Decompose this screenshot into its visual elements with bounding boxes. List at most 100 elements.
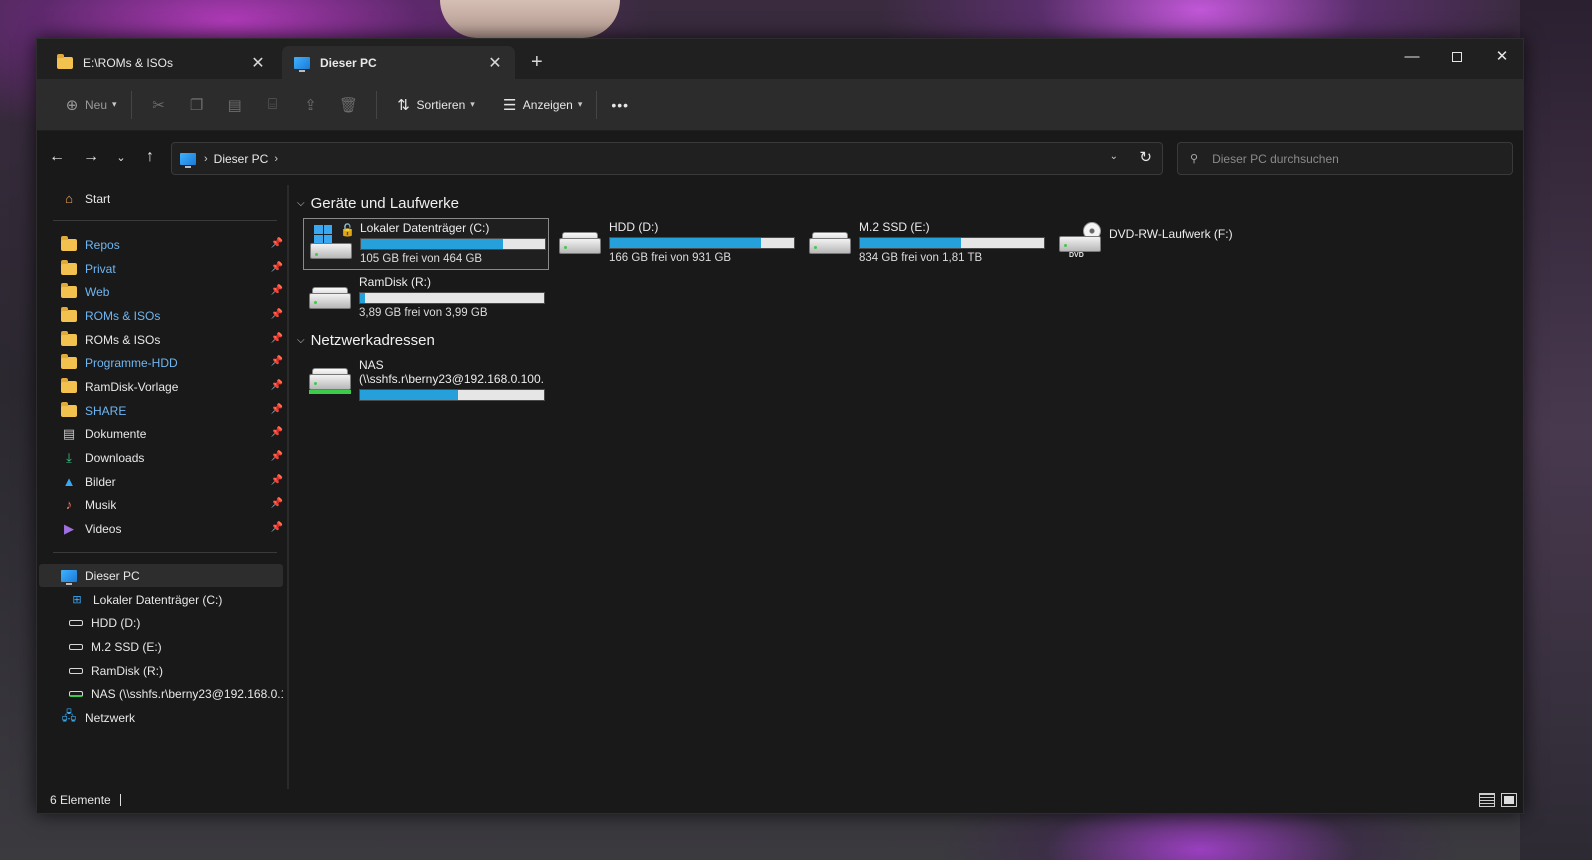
pin-icon[interactable]: 📌 — [271, 451, 283, 462]
delete-button[interactable]: 🗑 — [330, 89, 368, 121]
sidebar-item-roms-isos[interactable]: ROMs & ISOs 📌 — [45, 328, 283, 351]
dvd-label: DVD — [1069, 252, 1084, 259]
sidebar-item-dieser-pc[interactable]: Dieser PC — [39, 564, 283, 587]
sidebar-item-privat[interactable]: Privat 📌 — [45, 257, 283, 280]
sidebar-item-web[interactable]: Web 📌 — [45, 280, 283, 303]
network-tile-nas[interactable]: NAS (\\sshfs.r\berny23@192.168.0.100... — [303, 356, 549, 408]
rename-button[interactable]: ⌸ — [254, 89, 292, 121]
view-button[interactable]: ☰ Anzeigen ▾ — [491, 89, 589, 121]
group-header-network[interactable]: ⌵ Netzwerkadressen — [297, 332, 435, 349]
tab-roms-isos[interactable]: E:\ROMs & ISOs ✕ — [45, 46, 278, 79]
breadcrumb-dieser-pc[interactable]: Dieser PC — [214, 152, 269, 166]
new-button[interactable]: ⊕ Neu ▾ — [53, 89, 123, 121]
pin-icon[interactable]: 📌 — [271, 309, 283, 320]
drive-tile-d[interactable]: HDD (D:) 166 GB frei von 931 GB — [553, 218, 799, 270]
sidebar-item-home[interactable]: ⌂ Start — [45, 187, 283, 210]
breadcrumb-separator: › — [204, 152, 208, 165]
drive-usage-fill — [360, 390, 458, 400]
folder-network-icon — [61, 282, 77, 298]
drive-tile-e[interactable]: M.2 SSD (E:) 834 GB frei von 1,81 TB — [803, 218, 1049, 270]
share-button[interactable]: ⇪ — [292, 89, 330, 121]
group-header-devices[interactable]: ⌵ Geräte und Laufwerke — [297, 195, 459, 212]
tab-label: E:\ROMs & ISOs — [83, 55, 174, 70]
toolbar-divider — [130, 90, 132, 119]
back-button[interactable]: ← — [47, 148, 67, 166]
new-label: Neu — [85, 97, 108, 112]
drive-usage-bar — [609, 237, 795, 249]
share-icon: ⇪ — [304, 96, 317, 114]
maximize-button[interactable] — [1434, 43, 1480, 71]
sidebar-item-share[interactable]: SHARE 📌 — [45, 399, 283, 422]
pin-icon[interactable]: 📌 — [271, 238, 283, 249]
file-explorer-window: E:\ROMs & ISOs ✕ Dieser PC ✕ + — ✕ ⊕ Neu… — [36, 38, 1524, 814]
sidebar-item-label: ROMs & ISOs — [85, 308, 161, 323]
sidebar-item-roms-isos-network[interactable]: ROMs & ISOs 📌 — [45, 304, 283, 327]
tab-dieser-pc[interactable]: Dieser PC ✕ — [282, 46, 515, 79]
drive-name: HDD (D:) — [609, 220, 659, 234]
details-view-icon[interactable] — [1479, 793, 1495, 807]
pin-icon[interactable]: 📌 — [271, 285, 283, 296]
drive-usage-bar — [360, 238, 546, 250]
sidebar-item-nas[interactable]: NAS (\\sshfs.r\berny23@192.168.0.100) — [45, 682, 283, 705]
pictures-icon: ▲ — [62, 474, 76, 489]
forward-button[interactable]: → — [81, 148, 101, 166]
paste-button[interactable]: ▤ — [216, 89, 254, 121]
sidebar-item-programme-hdd[interactable]: Programme-HDD 📌 — [45, 351, 283, 374]
drive-tile-c[interactable]: 🔓 Lokaler Datenträger (C:) 105 GB frei v… — [303, 218, 549, 270]
cut-button[interactable]: ✂ — [140, 89, 178, 121]
sort-button[interactable]: ⇅ Sortieren ▾ — [385, 89, 481, 121]
sidebar-item-bilder[interactable]: ▲ Bilder 📌 — [45, 470, 283, 493]
sidebar-item-downloads[interactable]: ⤓ Downloads 📌 — [45, 446, 283, 469]
pin-icon[interactable]: 📌 — [271, 356, 283, 367]
pin-icon[interactable]: 📌 — [271, 427, 283, 438]
recent-locations-button[interactable]: ⌄ — [111, 151, 131, 164]
search-input[interactable] — [1212, 151, 1493, 166]
breadcrumb-separator[interactable]: › — [274, 153, 278, 165]
drive-tile-r[interactable]: RamDisk (R:) 3,89 GB frei von 3,99 GB — [303, 273, 549, 325]
sidebar-item-drive-d[interactable]: HDD (D:) — [45, 611, 283, 634]
sidebar-item-repos[interactable]: Repos 📌 — [45, 233, 283, 256]
sidebar-item-drive-r[interactable]: RamDisk (R:) — [45, 659, 283, 682]
pin-icon[interactable]: 📌 — [271, 404, 283, 415]
sidebar-item-drive-e[interactable]: M.2 SSD (E:) — [45, 635, 283, 658]
drive-tile-f-dvd[interactable]: DVD DVD-RW-Laufwerk (F:) — [1053, 218, 1299, 270]
close-icon[interactable]: ✕ — [250, 53, 266, 73]
sidebar-item-videos[interactable]: ▶ Videos 📌 — [45, 517, 283, 540]
close-window-button[interactable]: ✕ — [1479, 43, 1525, 71]
drive-free-space: 834 GB frei von 1,81 TB — [859, 252, 983, 264]
more-options-button[interactable]: ••• — [605, 89, 635, 121]
sidebar-item-dokumente[interactable]: ▤ Dokumente 📌 — [45, 422, 283, 445]
chevron-down-icon[interactable]: ⌄ — [1110, 151, 1118, 162]
chevron-down-icon: ▾ — [470, 99, 475, 109]
minimize-button[interactable]: — — [1389, 43, 1435, 71]
sidebar-item-label: Downloads — [85, 450, 145, 465]
tiles-view-icon[interactable] — [1501, 793, 1517, 807]
pin-icon[interactable]: 📌 — [271, 333, 283, 344]
close-icon[interactable]: ✕ — [487, 53, 503, 73]
pin-icon[interactable]: 📌 — [271, 522, 283, 533]
search-box[interactable]: ⚲ — [1177, 142, 1513, 175]
pin-icon[interactable]: 📌 — [271, 475, 283, 486]
pin-icon[interactable]: 📌 — [271, 262, 283, 273]
refresh-button[interactable]: ↻ — [1139, 148, 1152, 166]
new-tab-button[interactable]: + — [531, 51, 543, 74]
up-button[interactable]: ↑ — [140, 148, 160, 166]
drive-usage-bar — [359, 389, 545, 401]
chevron-down-icon: ⌵ — [297, 198, 305, 209]
copy-button[interactable]: ❐ — [178, 89, 216, 121]
pin-icon[interactable]: 📌 — [271, 498, 283, 509]
download-icon: ⤓ — [66, 449, 72, 465]
drive-name: M.2 SSD (E:) — [859, 220, 930, 234]
sidebar-item-musik[interactable]: ♪ Musik 📌 — [45, 493, 283, 516]
content-area: ⌵ Geräte und Laufwerke 🔓 Lokaler Datentr… — [289, 185, 1525, 789]
sidebar-item-drive-c[interactable]: ⊞ Lokaler Datenträger (C:) — [45, 588, 283, 611]
sidebar-item-ramdisk-vorlage[interactable]: RamDisk-Vorlage 📌 — [45, 375, 283, 398]
folder-icon — [61, 306, 77, 322]
sidebar-item-netzwerk[interactable]: 🖧 Netzwerk — [45, 706, 283, 729]
pin-icon[interactable]: 📌 — [271, 380, 283, 391]
chevron-down-icon: ⌵ — [297, 335, 305, 346]
sidebar-item-label: HDD (D:) — [91, 615, 141, 630]
unlock-icon: 🔓 — [340, 223, 355, 237]
folder-icon — [57, 53, 73, 69]
address-bar[interactable]: › Dieser PC › ⌄ ↻ — [171, 142, 1163, 175]
